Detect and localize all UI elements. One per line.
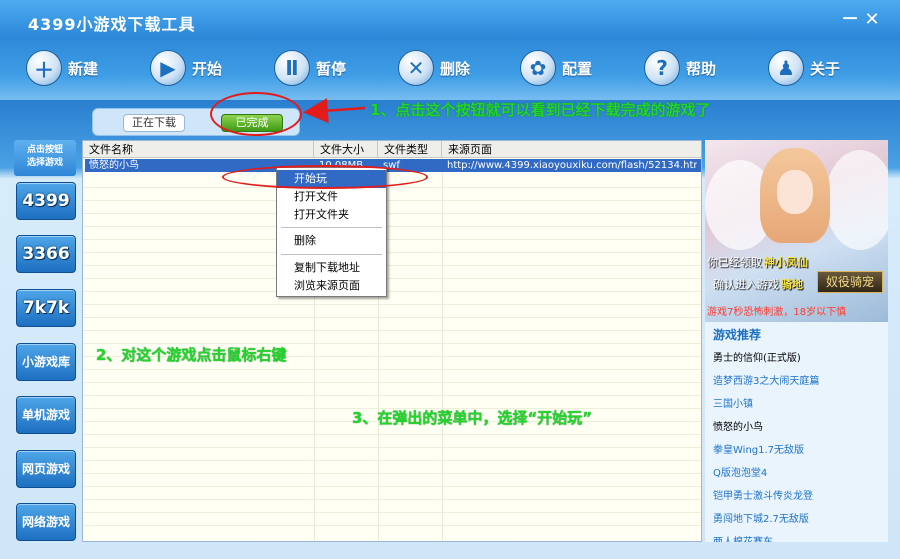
- config-button-label: 配置: [562, 59, 593, 78]
- menu-separator: [281, 227, 382, 228]
- sidebar-item-4399[interactable]: 4399: [16, 182, 76, 220]
- menu-item-browse-source[interactable]: 浏览来源页面: [277, 277, 386, 295]
- ad-character-face: [777, 170, 813, 214]
- delete-icon: ✕: [398, 50, 434, 86]
- column-header-name[interactable]: 文件名称: [83, 141, 314, 158]
- app-title: 4399小游戏下载工具: [28, 15, 196, 34]
- help-button-label: 帮助: [686, 59, 717, 78]
- recommend-item[interactable]: 勇闯地下城2.7无敌版: [713, 510, 809, 525]
- recommend-item[interactable]: 铠甲勇士激斗传炎龙登: [713, 487, 813, 502]
- annotation-step2: 2、对这个游戏点击鼠标右键: [96, 346, 287, 364]
- menu-item-open-folder[interactable]: 打开文件夹: [277, 206, 386, 224]
- ad-banner[interactable]: 你已经领取 神小凤仙 确认进入游戏 骑地 奴役骑宠 游戏7秒恐怖刺激，18岁以下慎: [705, 140, 888, 322]
- sidebar-item-single-games[interactable]: 单机游戏: [16, 396, 76, 434]
- ad-line2-highlight: 骑地: [781, 278, 803, 291]
- ad-wing: [825, 150, 888, 250]
- start-button-label: 开始: [192, 59, 223, 78]
- menu-item-open-file[interactable]: 打开文件: [277, 188, 386, 206]
- delete-button-label: 删除: [440, 59, 471, 78]
- menu-item-copy-url[interactable]: 复制下载地址: [277, 259, 386, 277]
- recommend-item[interactable]: 勇士的信仰(正式版): [713, 349, 801, 364]
- minimize-button[interactable]: －: [840, 10, 860, 30]
- highlight-ellipse-tab: [210, 92, 302, 136]
- delete-button[interactable]: ✕ 删除: [398, 48, 470, 88]
- recommend-item[interactable]: 三国小镇: [713, 395, 753, 410]
- app-window: 4399小游戏下载工具 － ✕ ＋ 新建 ▶ 开始 Ⅱ 暂停 ✕ 删除 ✿ 配置…: [0, 0, 900, 559]
- column-header-size[interactable]: 文件大小: [314, 141, 378, 158]
- sidebar-header-line2: 选择游戏: [26, 158, 63, 168]
- ad-button[interactable]: 奴役骑宠: [817, 271, 883, 293]
- column-header-source[interactable]: 来源页面: [442, 141, 701, 158]
- pause-button-label: 暂停: [316, 59, 347, 78]
- recommend-item[interactable]: 两人棉花赛车: [713, 533, 773, 542]
- toolbar: ＋ 新建 ▶ 开始 Ⅱ 暂停 ✕ 删除 ✿ 配置 ? 帮助 ♟ 关于: [0, 40, 900, 100]
- about-button[interactable]: ♟ 关于: [768, 48, 840, 88]
- file-list[interactable]: 文件名称 文件大小 文件类型 来源页面 愤怒的小鸟 10.08MB swf ht…: [82, 140, 702, 542]
- sidebar-item-online-games[interactable]: 网络游戏: [16, 503, 76, 541]
- recommend-title: 游戏推荐: [713, 328, 762, 342]
- sidebar-item-3366[interactable]: 3366: [16, 235, 76, 273]
- recommend-item[interactable]: 造梦西游3之大闹天庭篇: [713, 372, 819, 387]
- ad-line2: 确认进入游戏 骑地: [713, 276, 803, 292]
- annotation-step1: 1、点击这个按钮就可以看到已经下载完成的游戏了: [370, 101, 711, 119]
- new-button-label: 新建: [68, 59, 99, 78]
- list-header: 文件名称 文件大小 文件类型 来源页面: [83, 141, 701, 158]
- play-icon: ▶: [150, 50, 186, 86]
- annotation-step3: 3、在弹出的菜单中，选择“开始玩”: [352, 409, 593, 427]
- ad-line1-prefix: 你已经领取: [707, 256, 762, 269]
- plus-icon: ＋: [26, 50, 62, 86]
- pause-button[interactable]: Ⅱ 暂停: [274, 48, 346, 88]
- help-button[interactable]: ? 帮助: [644, 48, 716, 88]
- title-bar: 4399小游戏下载工具 － ✕: [0, 0, 900, 40]
- pause-icon: Ⅱ: [274, 50, 310, 86]
- cell-source: http://www.4399.xiaoyouxiku.com/flash/52…: [447, 160, 697, 171]
- recommend-panel: 游戏推荐 勇士的信仰(正式版) 造梦西游3之大闹天庭篇 三国小镇 愤怒的小鸟 拳…: [705, 322, 888, 542]
- new-button[interactable]: ＋ 新建: [26, 48, 98, 88]
- sidebar-header-line1: 点击按钮: [26, 145, 63, 155]
- start-button[interactable]: ▶ 开始: [150, 48, 222, 88]
- gear-icon: ✿: [520, 50, 556, 86]
- sidebar-header: 点击按钮 选择游戏: [14, 140, 76, 176]
- ad-line3: 游戏7秒恐怖刺激，18岁以下慎: [707, 307, 847, 318]
- recommend-item[interactable]: 拳皇Wing1.7无敌版: [713, 441, 804, 456]
- menu-separator: [281, 254, 382, 255]
- ad-line1: 你已经领取 神小凤仙: [707, 254, 808, 270]
- recommend-item[interactable]: 愤怒的小鸟: [713, 418, 763, 433]
- close-button[interactable]: ✕: [862, 10, 882, 30]
- ad-line1-highlight: 神小凤仙: [764, 256, 808, 269]
- sidebar-item-7k7k[interactable]: 7k7k: [16, 289, 76, 327]
- menu-item-delete[interactable]: 删除: [277, 232, 386, 250]
- about-button-label: 关于: [810, 59, 841, 78]
- highlight-ellipse-menu: [222, 165, 428, 189]
- person-icon: ♟: [768, 50, 804, 86]
- arrow-step1: [303, 98, 366, 124]
- sidebar-item-web-games[interactable]: 网页游戏: [16, 450, 76, 488]
- column-divider: [442, 158, 443, 541]
- recommend-item[interactable]: Q版泡泡堂4: [713, 464, 767, 479]
- column-header-type[interactable]: 文件类型: [378, 141, 442, 158]
- ad-line2-prefix: 确认进入游戏: [713, 278, 779, 291]
- help-icon: ?: [644, 50, 680, 86]
- sidebar-item-mini-games[interactable]: 小游戏库: [16, 343, 76, 381]
- config-button[interactable]: ✿ 配置: [520, 48, 592, 88]
- tab-downloading[interactable]: 正在下载: [123, 114, 185, 132]
